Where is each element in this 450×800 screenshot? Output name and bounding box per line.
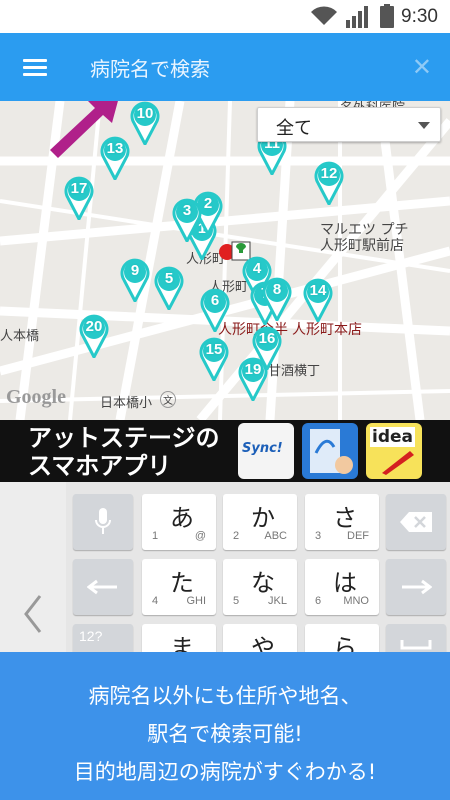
map-view[interactable]: 名外科医院 マルエツ プチ 人形町駅前店 人形町 人形町 人形町今半 人形町本店…	[0, 101, 450, 420]
hospital-pin-3[interactable]: 3	[172, 198, 202, 245]
hospital-pin-20[interactable]: 20	[79, 314, 109, 361]
hospital-pin-number: 9	[130, 262, 140, 279]
hospital-pin-number: 16	[258, 330, 276, 347]
kana-key-ha[interactable]: は 6 MNO	[305, 559, 379, 615]
status-time: 9:30	[401, 6, 438, 27]
arrow-right-icon	[402, 579, 432, 595]
google-logo: Google	[6, 386, 66, 408]
pencil-icon	[382, 451, 414, 475]
key-sub-label-2: DEF	[347, 530, 369, 542]
caption-line-3: 目的地周辺の病院がすぐわかる!	[73, 760, 377, 784]
hospital-pin-9[interactable]: 9	[120, 258, 150, 305]
key-label: は	[333, 569, 357, 597]
key-sub-label: 1	[152, 530, 159, 542]
hospital-pin-number: 8	[272, 281, 282, 298]
battery-icon	[380, 4, 394, 28]
key-label: な	[251, 569, 275, 597]
hospital-pin-12[interactable]: 12	[314, 161, 344, 208]
key-label: た	[170, 569, 194, 597]
kana-key-na[interactable]: な 5 JKL	[223, 559, 297, 615]
search-input[interactable]	[90, 55, 390, 83]
notebook-app-icon	[302, 423, 358, 479]
kana-key-ta[interactable]: た 4 GHI	[142, 559, 216, 615]
key-sub-label: 6	[315, 595, 322, 607]
microphone-icon	[95, 508, 111, 534]
caption-line-1: 病院名以外にも住所や地名、	[88, 684, 362, 708]
backspace-key[interactable]	[386, 494, 446, 550]
key-sub-label: 3	[315, 530, 322, 542]
hospital-pin-15[interactable]: 15	[199, 337, 229, 384]
hospital-pin-number: 6	[210, 292, 220, 309]
key-sub-label-2: JKL	[268, 595, 287, 607]
banner-line-2: スマホアプリ	[28, 452, 172, 480]
promo-caption: 病院名以外にも住所や地名、 駅名で検索可能! 目的地周辺の病院がすぐわかる!	[0, 652, 450, 800]
hospital-pin-number: 19	[244, 361, 262, 378]
idea-app-label: idea	[370, 427, 415, 447]
hospital-pin-5[interactable]: 5	[154, 266, 184, 313]
key-label: か	[251, 504, 275, 532]
hospital-pin-6[interactable]: 6	[200, 288, 230, 335]
category-filter-value: 全て	[276, 118, 312, 139]
backspace-icon	[400, 512, 432, 532]
hospital-pin-number: 15	[205, 341, 223, 358]
hand-icon	[310, 429, 353, 474]
idea-app-icon: idea	[366, 423, 422, 479]
key-sub-label-2: MNO	[343, 595, 369, 607]
keyboard-side-panel	[0, 482, 66, 652]
map-label-school: 日本橋小	[100, 396, 153, 411]
cursor-left-key[interactable]	[73, 559, 133, 615]
hospital-pin-19[interactable]: 19	[238, 357, 268, 404]
chevron-left-icon[interactable]	[22, 594, 44, 634]
school-icon: 文	[160, 391, 176, 408]
hospital-pin-10[interactable]: 10	[130, 101, 160, 148]
key-sub-label-2: GHI	[186, 595, 206, 607]
hospital-pin-number: 3	[182, 202, 192, 219]
mode-switch-label: 12?	[79, 628, 103, 644]
status-bar: 9:30	[0, 0, 450, 33]
kana-key-sa[interactable]: さ 3 DEF	[305, 494, 379, 550]
key-label: さ	[333, 504, 357, 532]
key-sub-label: 2	[233, 530, 240, 542]
sync-app-label: Sync!	[242, 441, 283, 456]
hospital-pin-number: 20	[85, 318, 103, 335]
banner-line-1: アットステージの	[28, 424, 220, 452]
hospital-pin-number: 10	[136, 105, 154, 122]
hospital-pin-number: 5	[164, 270, 174, 287]
voice-input-key[interactable]	[73, 494, 133, 550]
sync-app-icon: Sync!	[238, 423, 294, 479]
arrow-left-icon	[87, 579, 117, 595]
app-bar: ✕	[0, 33, 450, 101]
key-sub-label-2: @	[194, 530, 206, 542]
key-label: あ	[170, 504, 194, 532]
wifi-icon	[311, 6, 337, 25]
hospital-pin-8[interactable]: 8	[262, 277, 292, 324]
key-sub-label-2: ABC	[264, 530, 287, 542]
hospital-pin-17[interactable]: 17	[64, 176, 94, 223]
keyboard: 12? あ 1 @ か 2 ABC さ 3 DEF た 4 GHI な 5 JK…	[0, 482, 450, 664]
ad-banner[interactable]: アットステージの スマホアプリ Sync! idea	[0, 420, 450, 482]
chevron-down-icon	[418, 122, 430, 129]
close-icon[interactable]: ✕	[412, 53, 432, 81]
kana-key-ka[interactable]: か 2 ABC	[223, 494, 297, 550]
pointer-arrow-icon	[50, 101, 118, 158]
key-sub-label: 4	[152, 595, 159, 607]
hospital-pin-14[interactable]: 14	[303, 278, 333, 325]
map-label-nihonbashi: 人本橋	[0, 329, 40, 344]
hospital-pin-number: 12	[320, 165, 338, 182]
hospital-pin-number: 17	[70, 180, 88, 197]
map-label-store-branch: 人形町駅前店	[320, 238, 404, 254]
caption-line-2: 駅名で検索可能!	[147, 722, 303, 746]
category-filter-select[interactable]: 全て	[257, 107, 441, 142]
kana-key-a[interactable]: あ 1 @	[142, 494, 216, 550]
key-sub-label: 5	[233, 595, 240, 607]
hospital-pin-number: 4	[252, 260, 262, 277]
signal-icon	[346, 6, 368, 28]
hospital-pin-number: 14	[309, 282, 327, 299]
banner-text: アットステージの スマホアプリ	[28, 424, 220, 480]
cursor-right-key[interactable]	[386, 559, 446, 615]
hamburger-menu-icon[interactable]	[14, 49, 54, 85]
space-icon	[400, 640, 432, 650]
